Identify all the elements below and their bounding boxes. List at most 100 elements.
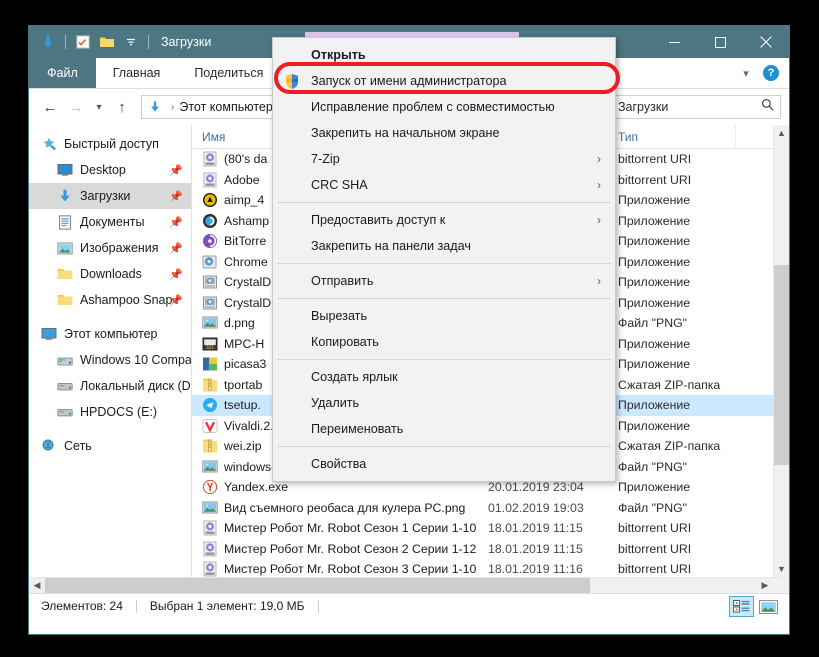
menu-item-label: Копировать xyxy=(311,335,379,349)
sidebar-item-downloads-folder[interactable]: Downloads 📌 xyxy=(29,261,191,287)
sidebar-item-hpdocs-e[interactable]: HPDOCS (E:) xyxy=(29,399,191,425)
maximize-button[interactable] xyxy=(697,26,743,58)
customize-chevron-icon[interactable] xyxy=(120,30,142,54)
menu-separator xyxy=(277,446,611,447)
file-type-cell: bittorrent URI xyxy=(608,152,736,166)
yandex-icon xyxy=(202,479,218,495)
ashampoo-icon xyxy=(202,213,218,229)
column-header-type[interactable]: Тип xyxy=(608,125,736,149)
recent-locations-button[interactable]: ▾ xyxy=(89,94,109,120)
breadcrumb-item-this-pc[interactable]: Этот компьютер xyxy=(179,100,272,114)
help-icon[interactable]: ? xyxy=(763,65,779,81)
download-arrow-icon[interactable] xyxy=(37,30,59,54)
sidebar-item-label: Сеть xyxy=(64,439,92,453)
sidebar-item-label: Загрузки xyxy=(80,189,130,203)
file-name-label: Мистер Робот Mr. Robot Сезон 1 Серии 1-1… xyxy=(224,521,478,535)
file-type-cell: Приложение xyxy=(608,296,736,310)
scroll-down-icon[interactable]: ▼ xyxy=(774,561,789,577)
vscrollbar-thumb[interactable] xyxy=(774,265,789,465)
sidebar-item-network[interactable]: Сеть xyxy=(29,433,191,459)
file-list-row[interactable]: Мистер Робот Mr. Robot Сезон 2 Серии 1-1… xyxy=(192,539,789,560)
pin-icon[interactable]: 📌 xyxy=(169,190,183,203)
file-name-label: MPC-H xyxy=(224,337,264,351)
tab-home[interactable]: Главная xyxy=(96,58,178,88)
file-date-cell: 18.01.2019 11:16 xyxy=(478,562,608,576)
close-button[interactable] xyxy=(743,26,789,58)
sidebar-item-desktop[interactable]: Desktop 📌 xyxy=(29,157,191,183)
menu-item[interactable]: Закрепить на панели задач xyxy=(273,233,615,259)
scroll-up-icon[interactable]: ▲ xyxy=(774,125,789,141)
pin-icon[interactable]: 📌 xyxy=(169,216,183,229)
quick-access-toolbar: Загрузки xyxy=(29,26,211,58)
sidebar-item-local-disk-d[interactable]: Локальный диск (D xyxy=(29,373,191,399)
file-list-hscrollbar[interactable]: ◀ ▶ xyxy=(29,577,789,593)
scroll-left-icon[interactable]: ◀ xyxy=(29,578,45,594)
sidebar-item-label: Windows 10 Compa xyxy=(80,353,191,367)
file-type-cell: Сжатая ZIP-папка xyxy=(608,439,736,453)
file-list-vscrollbar[interactable]: ▲ ▼ xyxy=(773,125,789,577)
torrent-file-icon xyxy=(202,561,218,577)
tab-share[interactable]: Поделиться xyxy=(177,58,280,88)
sidebar-item-pictures[interactable]: Изображения 📌 xyxy=(29,235,191,261)
menu-item[interactable]: Предоставить доступ к› xyxy=(273,207,615,233)
sidebar-item-documents[interactable]: Документы 📌 xyxy=(29,209,191,235)
up-button[interactable]: ↑ xyxy=(109,94,135,120)
forward-button[interactable]: → xyxy=(63,94,89,120)
menu-item-label: Вырезать xyxy=(311,309,367,323)
menu-item[interactable]: Удалить xyxy=(273,390,615,416)
status-divider-1 xyxy=(136,600,137,613)
pin-icon[interactable]: 📌 xyxy=(169,164,183,177)
file-type-cell: Приложение xyxy=(608,275,736,289)
file-type-cell: Файл "PNG" xyxy=(608,460,736,474)
file-list-row[interactable]: Мистер Робот Mr. Robot Сезон 3 Серии 1-1… xyxy=(192,559,789,577)
menu-item[interactable]: Открыть xyxy=(273,42,615,68)
network-icon xyxy=(39,437,59,455)
sidebar-item-this-pc[interactable]: Этот компьютер xyxy=(29,321,191,347)
menu-item[interactable]: Создать ярлык xyxy=(273,364,615,390)
tab-file[interactable]: Файл xyxy=(29,58,96,88)
details-view-icon[interactable] xyxy=(729,596,754,617)
sidebar-item-windows-10-compa[interactable]: Windows 10 Compa xyxy=(29,347,191,373)
scroll-right-icon[interactable]: ▶ xyxy=(757,578,773,594)
zip-icon xyxy=(202,377,218,393)
search-input[interactable]: Загрузки xyxy=(611,95,781,119)
menu-item[interactable]: Переименовать xyxy=(273,416,615,442)
file-list-row[interactable]: Мистер Робот Mr. Robot Сезон 1 Серии 1-1… xyxy=(192,518,789,539)
file-list-row[interactable]: Вид съемного реобаса для кулера PC.png01… xyxy=(192,498,789,519)
menu-item[interactable]: Свойства xyxy=(273,451,615,477)
sidebar-item-ashampoo-snap[interactable]: Ashampoo Snap 📌 xyxy=(29,287,191,313)
menu-item[interactable]: Отправить› xyxy=(273,268,615,294)
file-type-cell: Приложение xyxy=(608,234,736,248)
chevron-right-icon: › xyxy=(597,178,601,192)
menu-item[interactable]: Исправление проблем с совместимостью xyxy=(273,94,615,120)
minimize-button[interactable] xyxy=(651,26,697,58)
thumbnails-view-icon[interactable] xyxy=(756,596,781,617)
menu-item[interactable]: Копировать xyxy=(273,329,615,355)
torrent-file-icon xyxy=(202,151,218,167)
file-date-cell: 20.01.2019 23:04 xyxy=(478,480,608,494)
menu-item[interactable]: Запуск от имени администратора xyxy=(273,68,615,94)
back-button[interactable]: ← xyxy=(37,94,63,120)
menu-item[interactable]: Закрепить на начальном экране xyxy=(273,120,615,146)
file-name-cell: Мистер Робот Mr. Robot Сезон 2 Серии 1-1… xyxy=(192,541,478,557)
mpc-hc-icon: 321 xyxy=(202,336,218,352)
hscrollbar-thumb[interactable] xyxy=(45,578,590,594)
menu-item-label: Переименовать xyxy=(311,422,403,436)
menu-item[interactable]: 7-Zip› xyxy=(273,146,615,172)
file-name-cell: Мистер Робот Mr. Robot Сезон 3 Серии 1-1… xyxy=(192,561,478,577)
new-folder-icon[interactable] xyxy=(96,30,118,54)
menu-item[interactable]: Вырезать xyxy=(273,303,615,329)
sidebar-item-quick-access[interactable]: Быстрый доступ xyxy=(29,131,191,157)
sidebar-item-downloads[interactable]: Загрузки 📌 xyxy=(29,183,191,209)
pin-icon[interactable]: 📌 xyxy=(169,268,183,281)
torrent-file-icon xyxy=(202,172,218,188)
png-image-icon xyxy=(202,459,218,475)
menu-item-label: Открыть xyxy=(311,48,366,62)
chrome-setup-icon xyxy=(202,254,218,270)
chevron-down-icon[interactable]: ▾ xyxy=(737,67,755,80)
properties-icon[interactable] xyxy=(72,30,94,54)
menu-item[interactable]: CRC SHA› xyxy=(273,172,615,198)
file-name-label: CrystalD xyxy=(224,296,271,310)
pin-icon[interactable]: 📌 xyxy=(169,242,183,255)
pin-icon[interactable]: 📌 xyxy=(169,294,183,307)
